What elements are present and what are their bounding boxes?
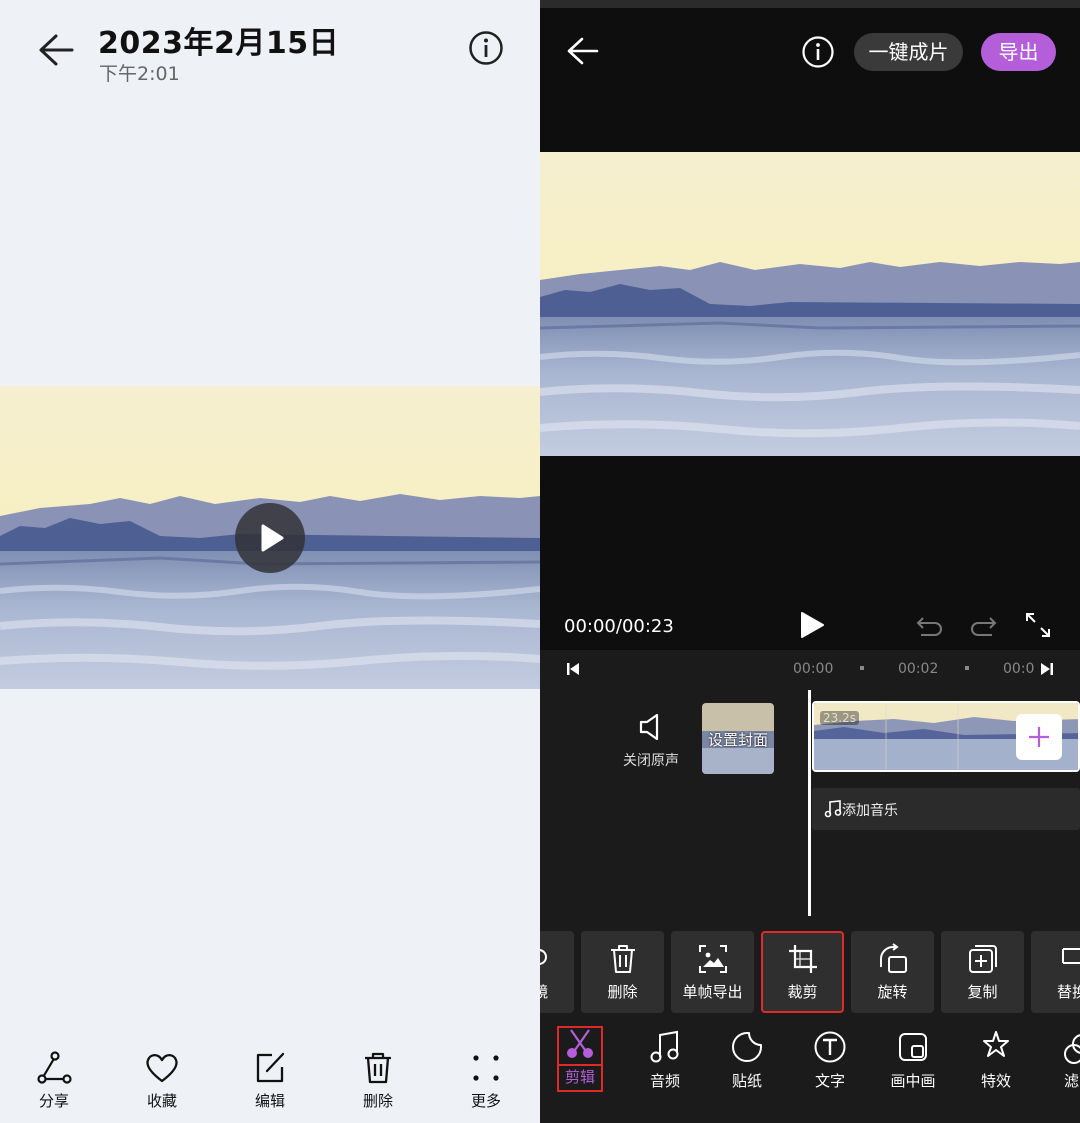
- timecode: 00:00/00:23: [564, 616, 674, 637]
- fullscreen-icon[interactable]: [1024, 611, 1052, 639]
- play-icon[interactable]: [797, 610, 827, 640]
- frame-export-tool[interactable]: 单帧导出: [671, 931, 754, 1013]
- clip-duration: 23.2s: [820, 711, 859, 725]
- ruler-dot: [965, 666, 969, 670]
- tab-audio[interactable]: 音频: [630, 1026, 700, 1091]
- play-button[interactable]: [235, 503, 305, 573]
- ruler-tick: 00:00: [793, 661, 834, 677]
- gallery-pane: 2023年2月15日 下午2:01 分享 收藏 编辑 删除 更多: [0, 0, 540, 1123]
- crop-tool[interactable]: 裁剪: [761, 931, 844, 1013]
- back-arrow-icon[interactable]: [566, 36, 600, 66]
- edit-icon: [256, 1052, 285, 1083]
- editor-header: 一键成片 导出: [540, 8, 1080, 152]
- text-icon: [814, 1031, 846, 1063]
- share-icon: [37, 1051, 72, 1084]
- ruler-dot: [860, 666, 864, 670]
- replace-label: 替换: [1057, 983, 1080, 1001]
- tab-clip-label: 剪辑: [564, 1068, 595, 1086]
- editor-pane: 一键成片 导出 00:00/00:23 00:00 00:02 00:0 关闭原…: [540, 0, 1080, 1123]
- status-strip: [540, 0, 1080, 8]
- favorite-label: 收藏: [146, 1092, 177, 1110]
- mirror-tool[interactable]: 镜: [540, 931, 574, 1013]
- play-icon: [261, 524, 284, 552]
- tab-pip-label: 画中画: [890, 1072, 936, 1090]
- picture-in-picture-icon: [899, 1033, 927, 1061]
- info-icon[interactable]: [801, 35, 835, 69]
- redo-icon[interactable]: [968, 614, 998, 636]
- more-button[interactable]: 更多: [446, 1050, 526, 1111]
- tab-sticker-label: 贴纸: [731, 1072, 762, 1090]
- delete-tool[interactable]: 删除: [581, 931, 664, 1013]
- more-label: 更多: [470, 1092, 501, 1110]
- tab-effects[interactable]: 特效: [961, 1026, 1031, 1091]
- one-click-video-button[interactable]: 一键成片: [854, 33, 963, 71]
- rotate-icon: [879, 943, 907, 973]
- back-arrow-icon[interactable]: [36, 32, 76, 68]
- tab-filter-label: 滤: [1064, 1072, 1080, 1090]
- undo-icon[interactable]: [915, 614, 945, 636]
- tab-effects-label: 特效: [980, 1072, 1011, 1090]
- crop-label: 裁剪: [787, 983, 818, 1001]
- effects-icon: [983, 1031, 1009, 1057]
- trash-icon: [610, 945, 635, 973]
- photo-time: 下午2:01: [99, 63, 180, 85]
- ruler-tick: 00:02: [898, 661, 939, 677]
- ruler-tick: 00:0: [1003, 661, 1035, 677]
- edit-label: 编辑: [254, 1092, 285, 1110]
- replace-tool[interactable]: 替换: [1031, 931, 1080, 1013]
- playhead[interactable]: [808, 690, 811, 916]
- tab-clip[interactable]: [557, 1026, 603, 1066]
- gallery-action-bar: 分享 收藏 编辑 删除 更多: [0, 1040, 540, 1123]
- tab-filter[interactable]: 滤: [1044, 1026, 1080, 1091]
- rotate-label: 旋转: [877, 983, 908, 1001]
- copy-icon: [968, 945, 997, 973]
- share-label: 分享: [38, 1092, 69, 1110]
- export-button[interactable]: 导出: [981, 33, 1056, 71]
- add-music-label: 添加音乐: [842, 803, 898, 819]
- crop-icon: [788, 945, 817, 973]
- mute-original-audio-button[interactable]: 关闭原声: [616, 712, 686, 770]
- share-button[interactable]: 分享: [14, 1050, 94, 1111]
- rotate-tool[interactable]: 旋转: [851, 931, 934, 1013]
- trash-icon: [365, 1052, 391, 1084]
- tab-picture-in-picture[interactable]: 画中画: [878, 1026, 948, 1091]
- info-icon[interactable]: [468, 30, 504, 66]
- tab-sticker[interactable]: 贴纸: [712, 1026, 782, 1091]
- add-clip-button[interactable]: [1016, 714, 1062, 760]
- photo-date-title: 2023年2月15日: [98, 26, 340, 61]
- plus-icon: [1029, 727, 1049, 747]
- add-music-track[interactable]: 添加音乐: [812, 788, 1080, 830]
- sticker-icon: [732, 1032, 762, 1062]
- tab-text[interactable]: 文字: [795, 1026, 865, 1091]
- favorite-button[interactable]: 收藏: [122, 1050, 202, 1111]
- scissors-icon: [567, 1029, 593, 1058]
- video-preview: [540, 152, 1080, 456]
- delete-label: 删除: [362, 1092, 393, 1110]
- edit-button[interactable]: 编辑: [230, 1050, 310, 1111]
- mute-label: 关闭原声: [623, 753, 679, 769]
- delete-tool-label: 删除: [607, 983, 638, 1001]
- frame-export-label: 单帧导出: [682, 983, 743, 1001]
- speaker-icon: [639, 713, 659, 741]
- music-note-icon: [650, 1030, 679, 1063]
- set-cover-button[interactable]: 设置封面: [702, 703, 774, 774]
- timeline-ruler[interactable]: 00:00 00:02 00:0: [540, 650, 1080, 690]
- replace-icon: [1062, 948, 1080, 964]
- more-icon: [473, 1055, 499, 1081]
- skip-to-end-icon[interactable]: [1040, 662, 1054, 676]
- filter-icon: [1064, 1034, 1080, 1064]
- frame-export-icon: [698, 945, 727, 973]
- music-note-icon: [824, 800, 842, 818]
- copy-tool[interactable]: 复制: [941, 931, 1024, 1013]
- copy-label: 复制: [967, 983, 998, 1001]
- tab-clip-label-box[interactable]: 剪辑: [557, 1064, 603, 1092]
- mirror-label: 镜: [540, 983, 548, 1001]
- tab-text-label: 文字: [814, 1072, 845, 1090]
- heart-icon: [146, 1053, 178, 1083]
- mirror-icon: [540, 949, 547, 965]
- delete-button[interactable]: 删除: [338, 1050, 418, 1111]
- set-cover-label: 设置封面: [707, 731, 768, 749]
- tab-audio-label: 音频: [649, 1072, 680, 1090]
- skip-to-start-icon[interactable]: [566, 662, 580, 676]
